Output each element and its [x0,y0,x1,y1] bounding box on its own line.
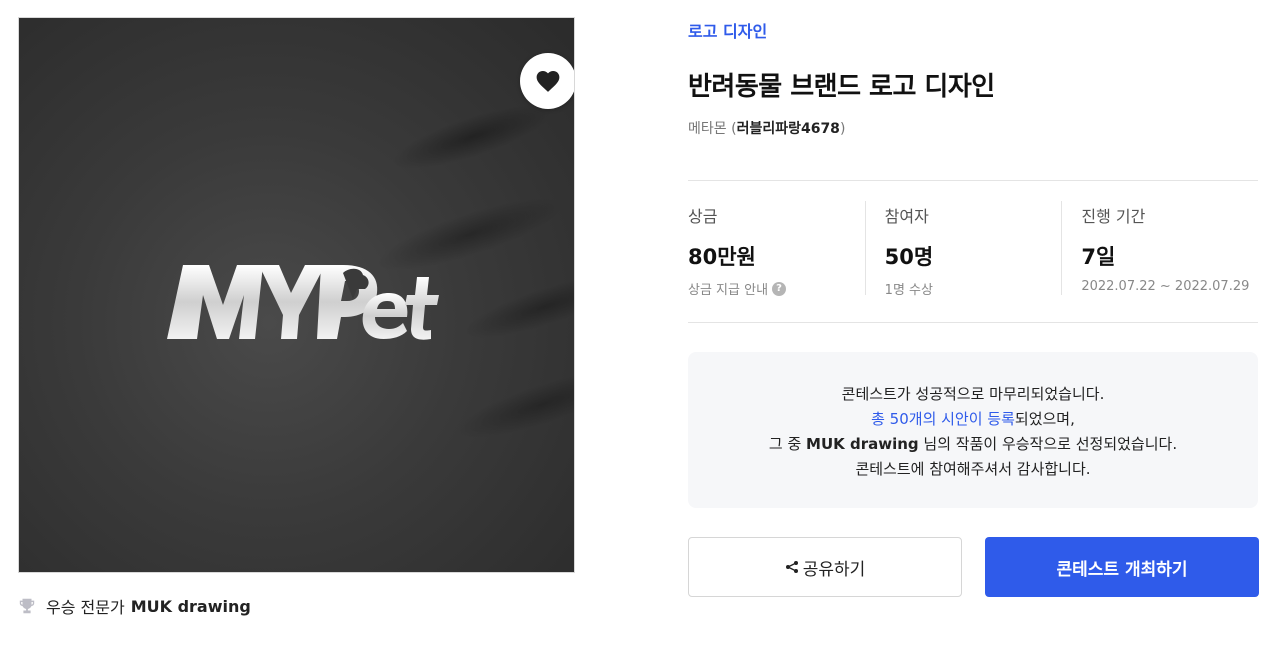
notice-line-3: 그 중 MUK drawing 님의 작품이 우승작으로 선정되었습니다. [688,432,1258,457]
contest-winning-image[interactable] [18,17,575,573]
host-contest-button[interactable]: 콘테스트 개최하기 [985,537,1259,597]
share-icon [785,561,798,573]
winner-name[interactable]: MUK drawing [131,597,251,616]
notice-line-3-rest: 님의 작품이 우승작으로 선정되었습니다. [918,435,1178,453]
share-label: 공유하기 [802,559,866,580]
winner-label: 우승 전문가 [46,598,125,617]
host-contest-label: 콘테스트 개최하기 [1056,559,1188,580]
stat-prize: 상금 80만원 상금 지급 안내 ? [688,181,865,322]
prize-label: 상금 [688,207,718,226]
stat-duration: 진행 기간 7일 2022.07.22 ~ 2022.07.29 [1061,181,1258,322]
notice-line-2-rest: 되었으며, [1014,410,1075,428]
winner-info: 우승 전문가 MUK drawing [18,594,251,618]
participants-label: 참여자 [884,207,929,226]
share-button[interactable]: 공유하기 [688,537,962,597]
trophy-icon [19,598,35,614]
prize-guide-link[interactable]: 상금 지급 안내 ? [688,279,865,298]
prize-value: 80만원 [688,245,756,269]
participants-sub: 1명 수상 [884,283,933,298]
contest-category[interactable]: 로고 디자인 [688,18,767,42]
favorite-button[interactable] [520,53,574,109]
host-id[interactable]: 러블리파랑4678 [737,121,840,137]
contest-stats: 상금 80만원 상금 지급 안내 ? 참여자 50명 1명 수상 진행 기간 7… [688,180,1258,323]
host-company: 메타몬 ( [688,121,737,137]
notice-line-4: 콘테스트에 참여해주셔서 감사합니다. [855,460,1091,478]
contest-title: 반려동물 브랜드 로고 디자인 [688,72,995,102]
duration-value: 7일 [1081,245,1116,269]
notice-line-3-prefix: 그 중 [768,435,807,453]
duration-dates: 2022.07.22 ~ 2022.07.29 [1081,279,1250,294]
host-suffix: ) [839,121,846,137]
help-icon[interactable]: ? [772,281,787,296]
notice-line-1: 콘테스트가 성공적으로 마무리되었습니다. [841,385,1105,403]
contest-result-notice: 콘테스트가 성공적으로 마무리되었습니다. 총 50개의 시안이 등록되었으며,… [688,352,1258,508]
host-info: 메타몬 (러블리파랑4678) [688,118,845,138]
prize-guide-text: 상금 지급 안내 [688,283,769,298]
notice-line-2: 총 50개의 시안이 등록되었으며, [688,407,1258,432]
participants-value: 50명 [884,245,934,269]
mypet-logo [167,265,439,340]
heart-icon [536,71,560,92]
duration-label: 진행 기간 [1081,207,1146,226]
stat-participants: 참여자 50명 1명 수상 [864,181,1062,322]
notice-winner-name: MUK drawing [806,435,919,453]
submissions-link[interactable]: 총 50개의 시안이 등록 [871,410,1015,428]
